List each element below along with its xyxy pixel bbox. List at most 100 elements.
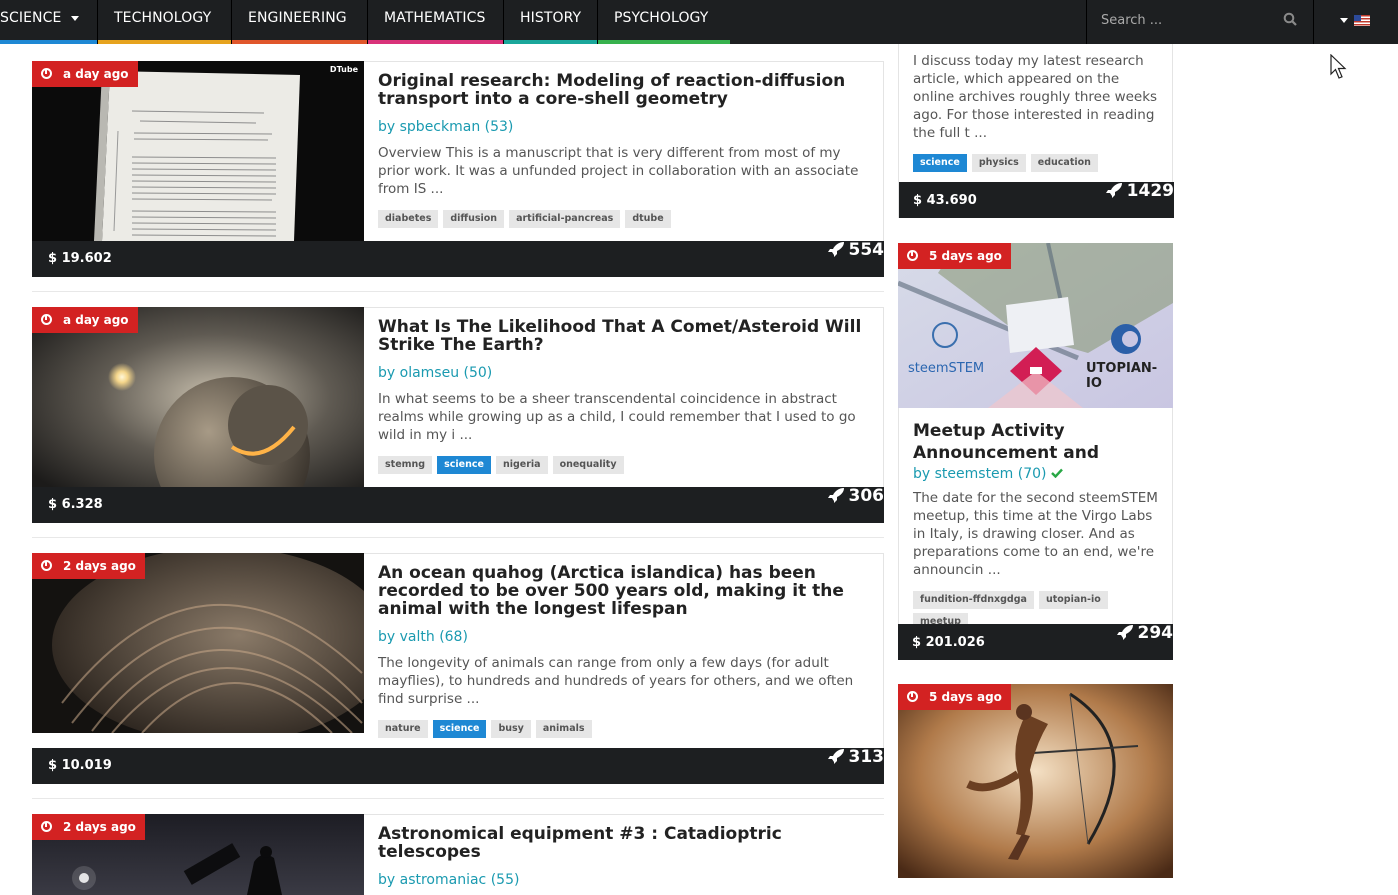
sidebar-post-thumbnail[interactable] — [898, 684, 1173, 878]
rocket-icon — [827, 488, 844, 503]
post-card[interactable]: a day ago What Is The Likelihood That A … — [32, 307, 884, 523]
post-votes[interactable]: 313 — [827, 747, 884, 767]
nav-technology[interactable]: TECHNOLOGY — [98, 0, 232, 44]
post-age-badge: a day ago — [32, 307, 138, 333]
post-tags: nature science busy animals — [378, 716, 869, 738]
sidebar-post-votes-count: 1429 — [1126, 181, 1174, 201]
post-content: What Is The Likelihood That A Comet/Aste… — [364, 307, 884, 487]
post-age-label: 2 days ago — [63, 559, 136, 573]
post-tags: stemng science nigeria onequality — [378, 452, 869, 474]
paper-image — [32, 61, 364, 241]
nav-science[interactable]: SCIENCE — [0, 0, 98, 44]
us-flag-icon — [1354, 15, 1371, 26]
nav-mathematics[interactable]: MATHEMATICS — [368, 0, 504, 44]
post-tags: diabetes diffusion artificial-pancreas dtub… — [378, 206, 869, 228]
post-content: Original research: Modeling of reaction-… — [364, 61, 884, 241]
tag[interactable]: education — [1030, 154, 1098, 172]
sidebar-post-author-name: by steemstem (70) — [913, 466, 1047, 482]
nav-psychology-underline — [598, 40, 730, 44]
post-author[interactable]: by astromaniac (55) — [378, 872, 870, 889]
nav-technology-label: TECHNOLOGY — [114, 10, 212, 26]
post-age-label: 2 days ago — [63, 820, 136, 834]
nav-engineering[interactable]: ENGINEERING — [232, 0, 368, 44]
post-card[interactable]: 2 days ago An ocean quahog (Arctica isla… — [32, 553, 884, 784]
tag[interactable]: diffusion — [443, 210, 505, 228]
clock-icon — [907, 691, 918, 702]
nav-engineering-underline — [232, 40, 367, 44]
post-author[interactable]: by olamseu (50) — [378, 365, 869, 382]
rocket-icon — [1116, 625, 1133, 640]
sidebar-post-payout: $ 201.026 — [912, 635, 985, 650]
post-excerpt: Overview This is a manuscript that is ve… — [378, 145, 859, 197]
post-footer: $ 6.328 306 — [32, 486, 884, 523]
nav-technology-underline — [98, 40, 231, 44]
clock-icon — [41, 68, 52, 79]
post-thumbnail[interactable] — [32, 553, 364, 733]
post-thumbnail[interactable] — [32, 307, 364, 487]
post-title[interactable]: An ocean quahog (Arctica islandica) has … — [378, 564, 869, 618]
tag[interactable]: dtube — [625, 210, 671, 228]
rocket-icon — [1105, 183, 1122, 198]
clock-icon — [41, 821, 52, 832]
tag[interactable]: stemng — [378, 456, 433, 474]
sidebar-post-excerpt: I discuss today my latest research artic… — [913, 53, 1158, 141]
sidebar-post-votes[interactable]: 1429 — [1105, 181, 1174, 201]
post-title[interactable]: Astronomical equipment #3 : Catadioptric… — [378, 825, 870, 861]
sidebar-post-footer: $ 201.026 294 — [898, 623, 1174, 660]
post-content: An ocean quahog (Arctica islandica) has … — [364, 553, 884, 748]
tag[interactable]: diabetes — [378, 210, 439, 228]
post-age-label: a day ago — [63, 313, 129, 327]
sidebar-post-tags: fundition-ffdnxgdga utopian-iomeetup — [913, 587, 1159, 631]
search-icon[interactable] — [1283, 12, 1297, 26]
search-input[interactable] — [1101, 8, 1281, 32]
nav-history[interactable]: HISTORY — [504, 0, 598, 44]
tag[interactable]: nature — [378, 720, 428, 738]
post-author[interactable]: by spbeckman (53) — [378, 119, 869, 136]
nav-psychology[interactable]: PSYCHOLOGY — [598, 0, 730, 44]
tag[interactable]: science — [437, 456, 491, 474]
tag[interactable]: animals — [535, 720, 592, 738]
sidebar-post-card[interactable]: steemSTEM UTOPIAN-IO 5 days ago Meetup A… — [898, 243, 1173, 660]
post-age-badge: 2 days ago — [32, 814, 145, 840]
post-card[interactable]: DTube a day ago Original research: Model… — [32, 61, 884, 277]
post-footer: $ 19.602 554 — [32, 240, 884, 277]
tag[interactable]: nigeria — [495, 456, 548, 474]
sidebar-post-card[interactable]: 5 days ago — [898, 684, 1173, 895]
post-votes[interactable]: 306 — [827, 486, 884, 506]
sidebar-post-votes-count: 294 — [1137, 623, 1174, 643]
tag[interactable]: busy — [491, 720, 531, 738]
nav-mathematics-label: MATHEMATICS — [384, 10, 486, 26]
tag[interactable]: fundition-ffdnxgdga — [913, 591, 1034, 609]
sidebar-post-votes[interactable]: 294 — [1116, 623, 1174, 643]
post-title[interactable]: Original research: Modeling of reaction-… — [378, 72, 869, 108]
post-age-label: a day ago — [63, 67, 129, 81]
tag[interactable]: artificial-pancreas — [509, 210, 621, 228]
sidebar-post-title[interactable]: Meetup Activity Announcement and — [913, 420, 1159, 464]
post-footer: $ 10.019 313 — [32, 747, 884, 784]
post-author[interactable]: by valth (68) — [378, 629, 869, 646]
language-selector[interactable] — [1336, 12, 1376, 28]
sidebar-post-payout: $ 43.690 — [913, 193, 977, 208]
post-card[interactable]: 2 days ago Astronomical equipment #3 : C… — [32, 814, 884, 895]
tag[interactable]: utopian-io — [1038, 591, 1108, 609]
post-thumbnail[interactable]: DTube — [32, 61, 364, 241]
quahog-shell-image — [32, 553, 364, 733]
post-age-badge: 2 days ago — [32, 553, 145, 579]
rocket-icon — [827, 242, 844, 257]
tag[interactable]: science — [432, 720, 487, 738]
post-divider — [32, 291, 884, 292]
tag[interactable]: science — [913, 154, 967, 172]
post-title[interactable]: What Is The Likelihood That A Comet/Aste… — [378, 318, 869, 354]
post-age-label: 5 days ago — [929, 690, 1002, 704]
sidebar-post-tags: science physics education — [913, 150, 1158, 172]
post-excerpt: In what seems to be a sheer transcendent… — [378, 391, 856, 443]
nav-mathematics-underline — [368, 40, 503, 44]
sidebar-post-footer: $ 43.690 1429 — [899, 181, 1174, 218]
nav-psychology-label: PSYCHOLOGY — [614, 10, 709, 26]
tag[interactable]: onequality — [552, 456, 624, 474]
tag[interactable]: physics — [971, 154, 1026, 172]
sidebar-post-author[interactable]: by steemstem (70) — [913, 466, 1159, 483]
post-age-badge: a day ago — [32, 61, 138, 87]
sidebar-post-card[interactable]: I discuss today my latest research artic… — [898, 44, 1174, 218]
post-votes[interactable]: 554 — [827, 240, 884, 260]
